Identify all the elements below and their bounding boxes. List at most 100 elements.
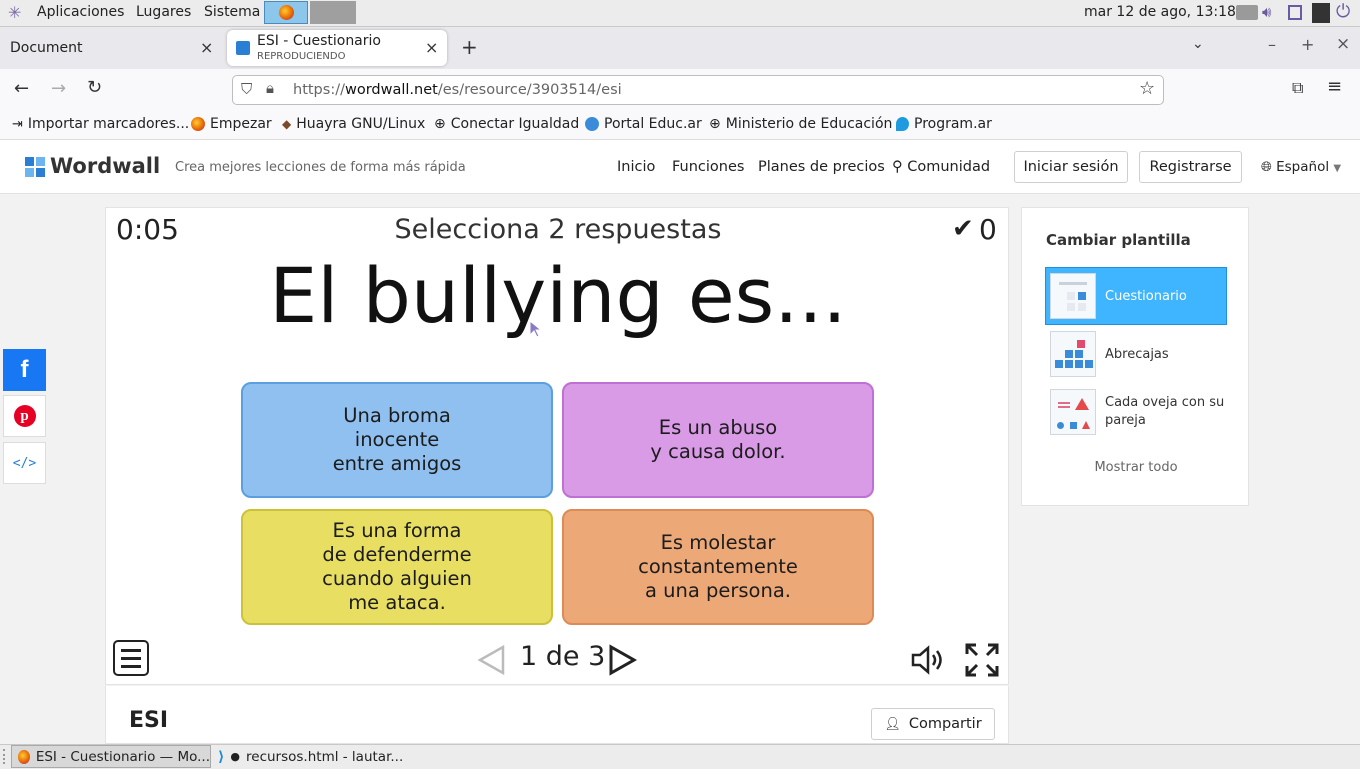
bookmark-label: Ministerio de Educación [725,116,893,132]
bookmark-portal-educar[interactable]: Portal Educ.ar [585,116,702,132]
answer-1[interactable]: Una broma inocente entre amigos [241,382,553,498]
tab-audio-status: REPRODUCIENDO [257,51,346,62]
url-path: /es/resource/3903514/esi [437,82,622,98]
huayra-icon: ◆ [282,117,292,131]
change-template-panel: Cambiar plantilla Cuestionario Abrecajas [1021,207,1249,506]
mouse-cursor-icon [529,320,541,338]
speaker-volume-icon[interactable] [910,644,946,676]
url-host: wordwall.net [344,82,438,98]
globe-icon: ⊕ [709,116,721,132]
hamburger-menu-icon[interactable]: ≡ [1327,76,1342,97]
bookmark-huayra[interactable]: ◆ Huayra GNU/Linux [282,116,425,132]
back-arrow-icon[interactable]: ← [14,78,29,99]
educar-icon [585,117,599,131]
answer-3[interactable]: Es una forma de defenderme cuando alguie… [241,509,553,625]
firefox-launcher[interactable] [264,1,308,24]
wordwall-logo[interactable]: Wordwall [50,154,160,178]
close-icon[interactable]: × [200,38,213,57]
bookmark-ministerio[interactable]: ⊕ Ministerio de Educación [709,116,892,132]
template-label: Cada oveja con su pareja [1105,395,1225,428]
taskbar-item-label: recursos.html - lautar... [246,748,404,765]
nav-funciones[interactable]: Funciones [672,159,744,175]
boxes-thumbnail-icon [1050,331,1096,377]
shield-icon[interactable]: ⛉ [241,80,252,98]
menu-aplicaciones[interactable]: Aplicaciones [37,4,124,20]
nav-bar: ← → ↻ ⛉ 🔒︎ https://wordwall.net/es/resou… [0,69,1360,111]
bookmark-star-icon[interactable]: ☆ [1139,78,1155,99]
previous-triangle-icon[interactable] [476,644,506,676]
template-abrecajas[interactable]: Abrecajas [1046,326,1226,382]
bookmark-label: Portal Educ.ar [604,116,702,132]
show-all-link[interactable]: Mostrar todo [1022,460,1250,475]
url-text[interactable]: https://wordwall.net/es/resource/3903514… [293,82,622,98]
template-cuestionario[interactable]: Cuestionario [1045,267,1227,325]
forward-arrow-icon[interactable]: → [51,78,66,99]
tray-display-icon[interactable] [1236,5,1258,20]
new-tab-plus-icon[interactable]: + [461,35,478,59]
wordwall-logo-icon[interactable] [25,157,45,177]
app-tray-icon[interactable] [1312,3,1330,23]
bookmark-programar[interactable]: Program.ar [896,116,992,132]
firefox-icon [279,5,294,20]
maximize-icon[interactable]: + [1301,35,1314,54]
pinterest-share-button[interactable]: p [3,395,46,437]
answer-4[interactable]: Es molestar constantemente a una persona… [562,509,874,625]
minimize-icon[interactable]: – [1268,35,1276,54]
list-tabs-chevron-down-icon[interactable]: ⌄ [1192,36,1204,52]
power-icon[interactable]: ⏻ [1336,1,1350,22]
template-label: Abrecajas [1105,346,1169,362]
menu-hamburger-icon[interactable] [113,640,149,676]
menu-lugares[interactable]: Lugares [136,4,191,20]
embed-button[interactable]: </> [3,442,46,484]
bookmark-label: Program.ar [914,116,992,132]
answer-2[interactable]: Es un abuso y causa dolor. [562,382,874,498]
window-close-icon[interactable]: × [1336,34,1350,54]
quiz-game: 0:05 Selecciona 2 respuestas ✔ 0 El bull… [105,207,1009,685]
network-icon[interactable] [1288,5,1302,20]
templates-heading: Cambiar plantilla [1046,231,1191,249]
facebook-share-button[interactable]: f [3,349,46,391]
bookmark-conectar-igualdad[interactable]: ⊕ Conectar Igualdad [434,116,579,132]
globe-icon: ⊕ [434,116,446,132]
template-cada-oveja[interactable]: Cada oveja con su pareja [1046,384,1226,440]
clock[interactable]: mar 12 de ago, 13:18 [1084,4,1236,20]
fullscreen-icon[interactable] [964,642,1000,678]
url-bar[interactable]: ⛉ 🔒︎ https://wordwall.net/es/resource/39… [232,75,1164,105]
register-button[interactable]: Registrarse [1139,151,1242,183]
reload-icon[interactable]: ↻ [87,77,102,98]
extensions-icon[interactable]: ⧉ [1292,78,1303,98]
tab-document[interactable]: Document × [0,30,222,66]
share-button[interactable]: 👤︎ Compartir [871,708,995,740]
activity-info: ESI 👤︎ Compartir [105,686,1009,744]
checkmark-icon: ✔ [952,214,974,244]
globe-icon: 🌐︎ [1261,159,1272,175]
nav-inicio[interactable]: Inicio [617,159,655,175]
taskbar-item-firefox[interactable]: ESI - Cuestionario — Mo... [11,745,211,768]
volume-icon[interactable]: 🔊︎ [1262,3,1271,21]
template-label: Cuestionario [1105,288,1187,304]
bookmark-import[interactable]: ⇥ Importar marcadores... [12,116,189,132]
menu-sistema[interactable]: Sistema [204,4,260,20]
bookmark-empezar[interactable]: Empezar [191,116,272,132]
apps-icon[interactable]: ✳ [8,3,21,22]
nav-comunidad[interactable]: ⚲ Comunidad [892,159,990,175]
login-button[interactable]: Iniciar sesión [1014,151,1128,183]
tab-esi-cuestionario[interactable]: ESI - Cuestionario REPRODUCIENDO × [227,30,447,66]
lock-icon[interactable]: 🔒︎ [266,79,274,97]
unsaved-dot-icon: ● [230,750,241,763]
facebook-icon: f [20,356,29,383]
close-icon[interactable]: × [425,38,438,57]
next-triangle-icon[interactable] [608,644,638,676]
firefox-icon [18,749,30,764]
pinterest-icon: p [13,405,36,427]
share-label: Compartir [908,716,982,732]
workspace-switcher[interactable] [310,1,356,24]
match-thumbnail-icon [1050,389,1096,435]
language-select[interactable]: 🌐︎ Español ▼ [1261,159,1341,175]
tab-title: ESI - Cuestionario [257,33,381,49]
vscode-icon: ⟩ [218,748,225,765]
taskbar-item-label: ESI - Cuestionario — Mo... [35,748,210,765]
taskbar-item-vscode[interactable]: ⟩ ● recursos.html - lautar... [214,745,418,768]
embed-code-icon: </> [12,455,37,471]
nav-planes-de-precios[interactable]: Planes de precios [758,159,885,175]
